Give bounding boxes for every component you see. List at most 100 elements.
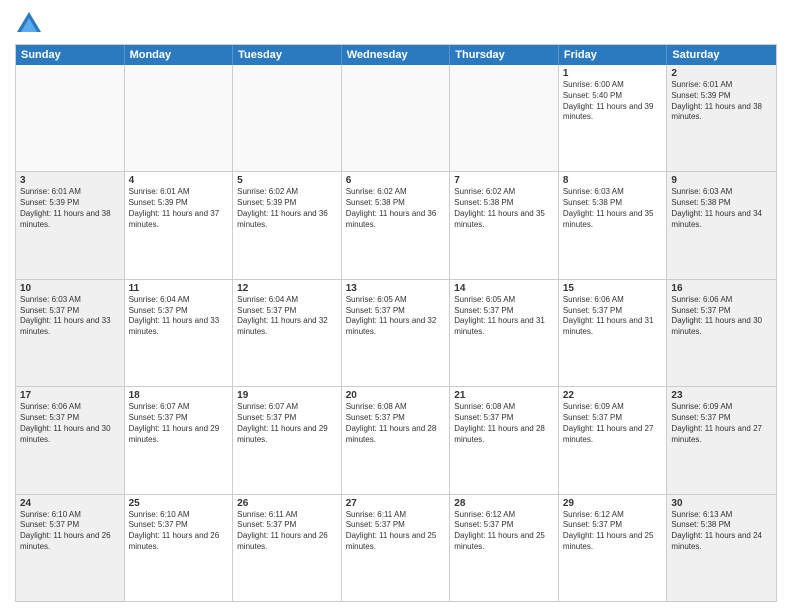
cell-info: Sunrise: 6:08 AMSunset: 5:37 PMDaylight:…	[346, 402, 446, 445]
cell-info: Sunrise: 6:10 AMSunset: 5:37 PMDaylight:…	[129, 510, 229, 553]
calendar-cell: 20Sunrise: 6:08 AMSunset: 5:37 PMDayligh…	[342, 387, 451, 493]
cell-info: Sunrise: 6:08 AMSunset: 5:37 PMDaylight:…	[454, 402, 554, 445]
calendar-cell: 15Sunrise: 6:06 AMSunset: 5:37 PMDayligh…	[559, 280, 668, 386]
day-number: 3	[20, 175, 120, 186]
day-number: 12	[237, 283, 337, 294]
calendar-cell: 19Sunrise: 6:07 AMSunset: 5:37 PMDayligh…	[233, 387, 342, 493]
calendar: SundayMondayTuesdayWednesdayThursdayFrid…	[15, 44, 777, 602]
cell-info: Sunrise: 6:03 AMSunset: 5:38 PMDaylight:…	[671, 187, 772, 230]
cell-info: Sunrise: 6:10 AMSunset: 5:37 PMDaylight:…	[20, 510, 120, 553]
calendar-header: SundayMondayTuesdayWednesdayThursdayFrid…	[16, 45, 776, 65]
calendar-cell: 7Sunrise: 6:02 AMSunset: 5:38 PMDaylight…	[450, 172, 559, 278]
day-number: 4	[129, 175, 229, 186]
cell-info: Sunrise: 6:04 AMSunset: 5:37 PMDaylight:…	[129, 295, 229, 338]
cell-info: Sunrise: 6:01 AMSunset: 5:39 PMDaylight:…	[671, 80, 772, 123]
weekday-header: Thursday	[450, 45, 559, 65]
day-number: 15	[563, 283, 663, 294]
cell-info: Sunrise: 6:03 AMSunset: 5:38 PMDaylight:…	[563, 187, 663, 230]
calendar-page: SundayMondayTuesdayWednesdayThursdayFrid…	[0, 0, 792, 612]
cell-info: Sunrise: 6:03 AMSunset: 5:37 PMDaylight:…	[20, 295, 120, 338]
day-number: 21	[454, 390, 554, 401]
day-number: 26	[237, 498, 337, 509]
calendar-cell: 4Sunrise: 6:01 AMSunset: 5:39 PMDaylight…	[125, 172, 234, 278]
calendar-cell: 11Sunrise: 6:04 AMSunset: 5:37 PMDayligh…	[125, 280, 234, 386]
calendar-cell: 13Sunrise: 6:05 AMSunset: 5:37 PMDayligh…	[342, 280, 451, 386]
day-number: 11	[129, 283, 229, 294]
cell-info: Sunrise: 6:02 AMSunset: 5:38 PMDaylight:…	[454, 187, 554, 230]
day-number: 27	[346, 498, 446, 509]
calendar-cell	[342, 65, 451, 171]
cell-info: Sunrise: 6:02 AMSunset: 5:38 PMDaylight:…	[346, 187, 446, 230]
cell-info: Sunrise: 6:13 AMSunset: 5:38 PMDaylight:…	[671, 510, 772, 553]
calendar-cell	[450, 65, 559, 171]
calendar-cell: 24Sunrise: 6:10 AMSunset: 5:37 PMDayligh…	[16, 495, 125, 601]
calendar-cell: 22Sunrise: 6:09 AMSunset: 5:37 PMDayligh…	[559, 387, 668, 493]
weekday-header: Monday	[125, 45, 234, 65]
day-number: 19	[237, 390, 337, 401]
cell-info: Sunrise: 6:05 AMSunset: 5:37 PMDaylight:…	[454, 295, 554, 338]
calendar-cell: 21Sunrise: 6:08 AMSunset: 5:37 PMDayligh…	[450, 387, 559, 493]
day-number: 8	[563, 175, 663, 186]
day-number: 18	[129, 390, 229, 401]
calendar-row: 24Sunrise: 6:10 AMSunset: 5:37 PMDayligh…	[16, 495, 776, 601]
day-number: 1	[563, 68, 663, 79]
cell-info: Sunrise: 6:07 AMSunset: 5:37 PMDaylight:…	[237, 402, 337, 445]
cell-info: Sunrise: 6:12 AMSunset: 5:37 PMDaylight:…	[563, 510, 663, 553]
calendar-cell: 29Sunrise: 6:12 AMSunset: 5:37 PMDayligh…	[559, 495, 668, 601]
calendar-cell: 25Sunrise: 6:10 AMSunset: 5:37 PMDayligh…	[125, 495, 234, 601]
cell-info: Sunrise: 6:12 AMSunset: 5:37 PMDaylight:…	[454, 510, 554, 553]
cell-info: Sunrise: 6:05 AMSunset: 5:37 PMDaylight:…	[346, 295, 446, 338]
cell-info: Sunrise: 6:04 AMSunset: 5:37 PMDaylight:…	[237, 295, 337, 338]
day-number: 30	[671, 498, 772, 509]
weekday-header: Sunday	[16, 45, 125, 65]
calendar-cell: 23Sunrise: 6:09 AMSunset: 5:37 PMDayligh…	[667, 387, 776, 493]
cell-info: Sunrise: 6:01 AMSunset: 5:39 PMDaylight:…	[129, 187, 229, 230]
logo	[15, 10, 47, 38]
day-number: 9	[671, 175, 772, 186]
day-number: 24	[20, 498, 120, 509]
calendar-cell: 17Sunrise: 6:06 AMSunset: 5:37 PMDayligh…	[16, 387, 125, 493]
calendar-cell: 16Sunrise: 6:06 AMSunset: 5:37 PMDayligh…	[667, 280, 776, 386]
cell-info: Sunrise: 6:11 AMSunset: 5:37 PMDaylight:…	[237, 510, 337, 553]
day-number: 14	[454, 283, 554, 294]
calendar-cell: 6Sunrise: 6:02 AMSunset: 5:38 PMDaylight…	[342, 172, 451, 278]
weekday-header: Tuesday	[233, 45, 342, 65]
cell-info: Sunrise: 6:02 AMSunset: 5:39 PMDaylight:…	[237, 187, 337, 230]
calendar-row: 10Sunrise: 6:03 AMSunset: 5:37 PMDayligh…	[16, 280, 776, 387]
calendar-cell: 2Sunrise: 6:01 AMSunset: 5:39 PMDaylight…	[667, 65, 776, 171]
day-number: 17	[20, 390, 120, 401]
day-number: 20	[346, 390, 446, 401]
logo-icon	[15, 10, 43, 38]
calendar-cell: 28Sunrise: 6:12 AMSunset: 5:37 PMDayligh…	[450, 495, 559, 601]
day-number: 22	[563, 390, 663, 401]
day-number: 10	[20, 283, 120, 294]
weekday-header: Wednesday	[342, 45, 451, 65]
calendar-cell: 26Sunrise: 6:11 AMSunset: 5:37 PMDayligh…	[233, 495, 342, 601]
cell-info: Sunrise: 6:06 AMSunset: 5:37 PMDaylight:…	[671, 295, 772, 338]
calendar-cell: 5Sunrise: 6:02 AMSunset: 5:39 PMDaylight…	[233, 172, 342, 278]
day-number: 28	[454, 498, 554, 509]
calendar-cell: 10Sunrise: 6:03 AMSunset: 5:37 PMDayligh…	[16, 280, 125, 386]
day-number: 23	[671, 390, 772, 401]
calendar-cell: 8Sunrise: 6:03 AMSunset: 5:38 PMDaylight…	[559, 172, 668, 278]
day-number: 2	[671, 68, 772, 79]
weekday-header: Saturday	[667, 45, 776, 65]
calendar-cell: 14Sunrise: 6:05 AMSunset: 5:37 PMDayligh…	[450, 280, 559, 386]
calendar-cell: 27Sunrise: 6:11 AMSunset: 5:37 PMDayligh…	[342, 495, 451, 601]
day-number: 7	[454, 175, 554, 186]
calendar-cell	[16, 65, 125, 171]
day-number: 25	[129, 498, 229, 509]
calendar-cell	[233, 65, 342, 171]
cell-info: Sunrise: 6:11 AMSunset: 5:37 PMDaylight:…	[346, 510, 446, 553]
calendar-cell: 12Sunrise: 6:04 AMSunset: 5:37 PMDayligh…	[233, 280, 342, 386]
calendar-cell: 18Sunrise: 6:07 AMSunset: 5:37 PMDayligh…	[125, 387, 234, 493]
cell-info: Sunrise: 6:07 AMSunset: 5:37 PMDaylight:…	[129, 402, 229, 445]
day-number: 6	[346, 175, 446, 186]
day-number: 29	[563, 498, 663, 509]
day-number: 5	[237, 175, 337, 186]
day-number: 13	[346, 283, 446, 294]
calendar-cell	[125, 65, 234, 171]
calendar-row: 3 Sunrise: 6:01 AMSunset: 5:39 PMDaylight…	[16, 172, 776, 279]
cell-info: Sunrise: 6:00 AMSunset: 5:40 PMDaylight:…	[563, 80, 663, 123]
calendar-body: 1Sunrise: 6:00 AMSunset: 5:40 PMDaylight…	[16, 65, 776, 601]
